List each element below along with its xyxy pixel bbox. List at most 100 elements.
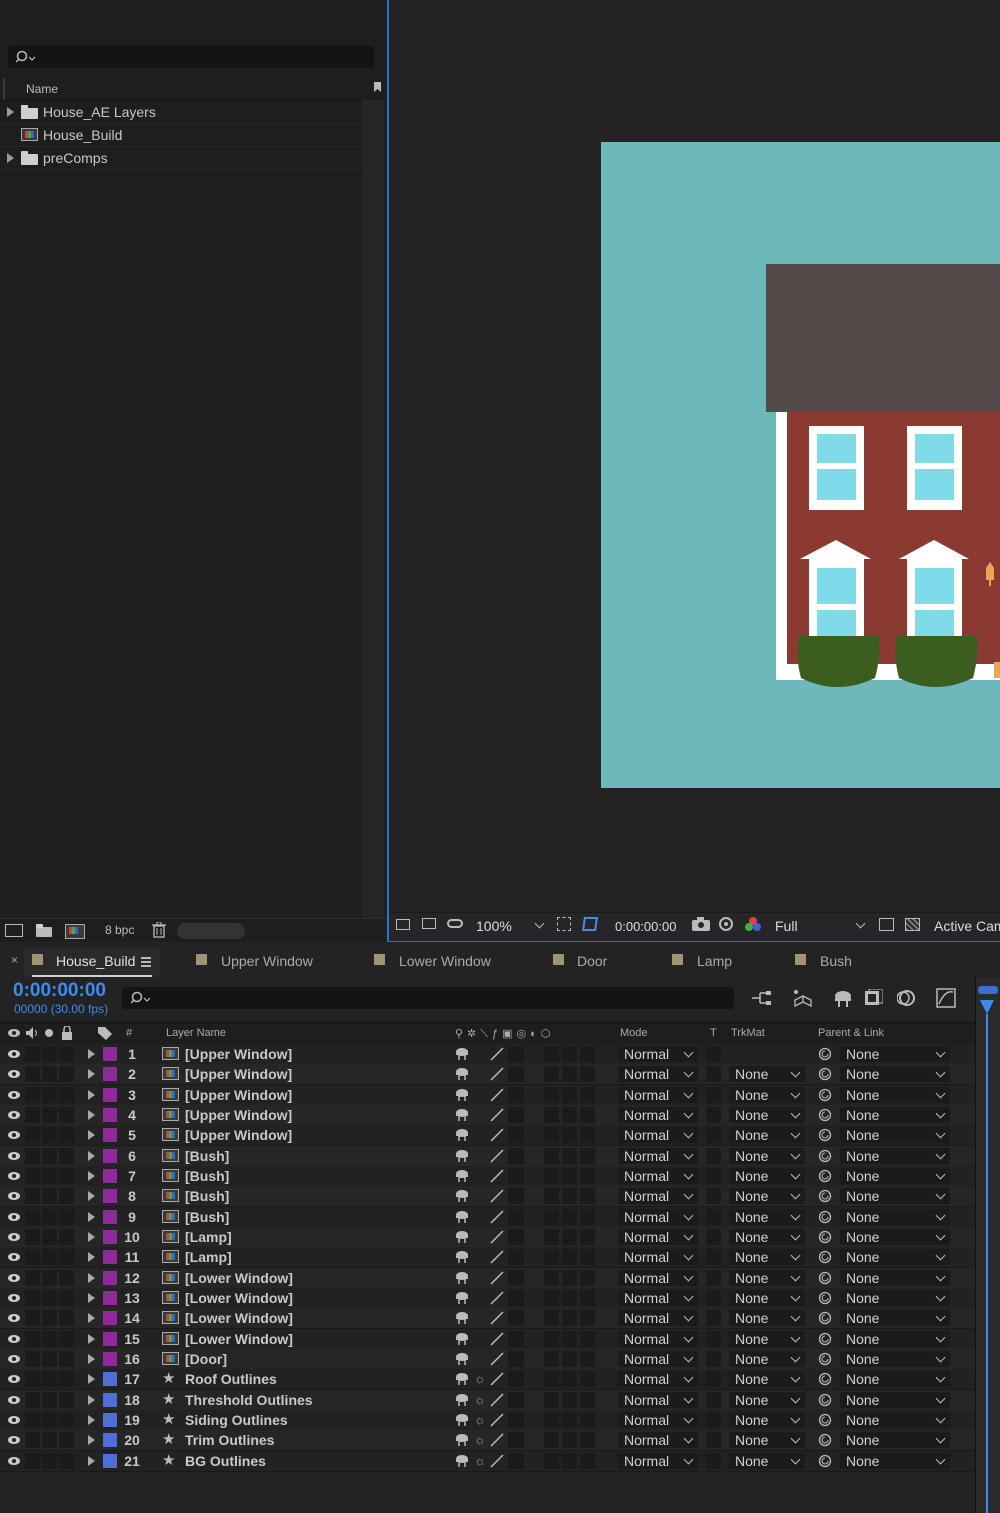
shy-icon[interactable] [455,1250,469,1264]
layer-label-color[interactable] [103,1108,117,1122]
grid-guides-icon[interactable] [557,917,571,931]
frame-blend-toggle[interactable] [544,1229,559,1245]
layer-name[interactable]: Roof Outlines [185,1369,277,1389]
adjustment-toggle[interactable] [580,1087,595,1103]
frame-blend-toggle[interactable] [544,1249,559,1265]
preserve-transparency-toggle[interactable] [706,1249,721,1265]
eye-icon[interactable] [7,1373,21,1385]
collapse-transform-icon[interactable]: ☼ [474,1430,486,1450]
quality-icon[interactable] [489,1128,505,1142]
lock-toggle[interactable] [59,1270,74,1286]
parent-select[interactable]: None [840,1046,950,1062]
parent-select[interactable]: None [840,1209,950,1225]
expand-triangle-icon[interactable] [88,1110,95,1120]
preserve-transparency-toggle[interactable] [706,1432,721,1448]
motion-blur-toggle[interactable] [562,1249,577,1265]
solo-toggle[interactable] [42,1168,57,1184]
quality-icon[interactable] [489,1311,505,1325]
solo-toggle[interactable] [42,1066,57,1082]
shy-icon[interactable] [455,1332,469,1346]
layer-name-column-label[interactable]: Layer Name [166,1027,226,1039]
eye-icon[interactable] [7,1292,21,1304]
parent-select[interactable]: None [840,1331,950,1347]
quality-icon[interactable] [489,1210,505,1224]
pick-whip-icon[interactable] [818,1250,832,1264]
layer-name[interactable]: [Bush] [185,1186,229,1206]
eye-icon[interactable] [7,1455,21,1467]
layer-row[interactable]: 13 [Lower Window] Normal None None [0,1288,975,1309]
pick-whip-icon[interactable] [818,1433,832,1447]
preserve-transparency-toggle[interactable] [706,1087,721,1103]
switches-icons[interactable]: ⚲✲⟍ƒ▣◎◐⬡ [455,1027,554,1041]
eye-icon[interactable] [7,1068,21,1080]
project-zoom-slider[interactable] [177,923,245,939]
motion-blur-toggle[interactable] [562,1209,577,1225]
layer-name[interactable]: [Lamp] [185,1247,232,1267]
shy-layers-icon[interactable] [833,989,853,1007]
frame-blend-toggle[interactable] [544,1351,559,1367]
parent-select[interactable]: None [840,1168,950,1184]
track-matte-select[interactable]: None [729,1432,805,1448]
layer-name[interactable]: Threshold Outlines [185,1390,313,1410]
shy-icon[interactable] [455,1352,469,1366]
audio-toggle[interactable] [25,1371,40,1387]
solo-toggle[interactable] [42,1270,57,1286]
effect-toggle[interactable] [508,1229,524,1245]
graph-editor-icon[interactable] [936,988,956,1008]
pick-whip-icon[interactable] [818,1393,832,1407]
motion-blur-toggle[interactable] [562,1188,577,1204]
preserve-transparency-toggle[interactable] [706,1127,721,1143]
parent-select[interactable]: None [840,1270,950,1286]
solo-toggle[interactable] [42,1371,57,1387]
adjustment-toggle[interactable] [580,1229,595,1245]
shy-icon[interactable] [455,1067,469,1081]
blend-mode-select[interactable]: Normal [618,1351,698,1367]
layer-row[interactable]: 4 [Upper Window] Normal None None [0,1105,975,1126]
track-matte-select[interactable]: None [729,1412,805,1428]
motion-blur-icon[interactable] [897,989,915,1007]
frame-blend-toggle[interactable] [544,1148,559,1164]
project-item-precomps[interactable]: preComps [0,147,362,170]
track-matte-select[interactable]: None [729,1392,805,1408]
layer-label-color[interactable] [103,1393,117,1407]
audio-toggle[interactable] [25,1087,40,1103]
motion-blur-toggle[interactable] [562,1127,577,1143]
motion-blur-toggle[interactable] [562,1432,577,1448]
preserve-transparency-toggle[interactable] [706,1046,721,1062]
expand-triangle-icon[interactable] [88,1069,95,1079]
lock-toggle[interactable] [59,1107,74,1123]
expand-triangle-icon[interactable] [88,1049,95,1059]
expand-triangle-icon[interactable] [7,107,14,117]
expand-triangle-icon[interactable] [88,1252,95,1262]
blend-mode-select[interactable]: Normal [618,1412,698,1428]
layer-name[interactable]: [Bush] [185,1146,229,1166]
pick-whip-icon[interactable] [818,1230,832,1244]
blend-mode-select[interactable]: Normal [618,1270,698,1286]
solo-toggle[interactable] [42,1310,57,1326]
pick-whip-icon[interactable] [818,1271,832,1285]
layer-label-color[interactable] [103,1169,117,1183]
project-item-house-ae-layers[interactable]: House_AE Layers [0,101,379,124]
track-matte-select[interactable]: None [729,1331,805,1347]
adjustment-toggle[interactable] [580,1310,595,1326]
layer-name[interactable]: [Lamp] [185,1227,232,1247]
track-matte-select[interactable]: None [729,1270,805,1286]
preserve-transparency-toggle[interactable] [706,1290,721,1306]
collapse-transform-icon[interactable]: ☼ [474,1451,486,1471]
column-menu-icon[interactable] [374,82,381,92]
layer-name[interactable]: Siding Outlines [185,1410,288,1430]
mask-visibility-icon[interactable] [447,919,463,928]
frame-blend-toggle[interactable] [544,1453,559,1469]
preserve-transparency-toggle[interactable] [706,1412,721,1428]
lock-toggle[interactable] [59,1209,74,1225]
solo-toggle[interactable] [42,1432,57,1448]
video-visibility-icon[interactable] [7,1027,21,1039]
frame-blend-toggle[interactable] [544,1290,559,1306]
quality-icon[interactable] [489,1250,505,1264]
lock-toggle[interactable] [59,1310,74,1326]
frame-blend-toggle[interactable] [544,1270,559,1286]
pick-whip-icon[interactable] [818,1169,832,1183]
blend-mode-select[interactable]: Normal [618,1310,698,1326]
effect-toggle[interactable] [508,1412,524,1428]
active-camera-select[interactable]: Active Cam [934,918,1000,934]
